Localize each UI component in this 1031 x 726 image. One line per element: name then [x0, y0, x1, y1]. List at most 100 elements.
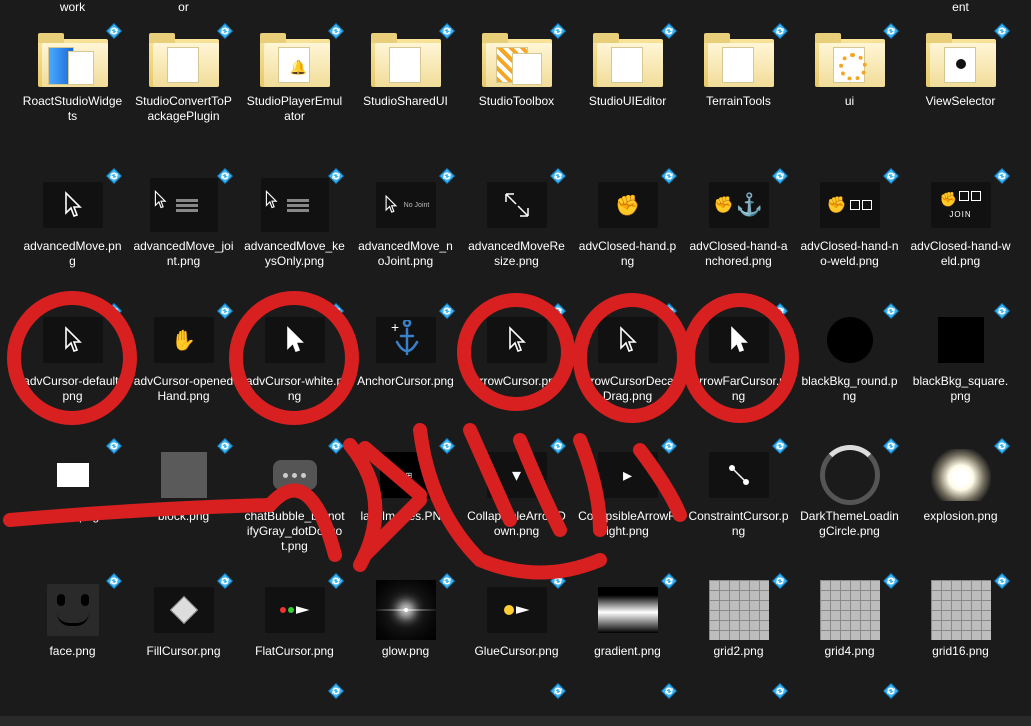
image-thumbnail: [477, 580, 557, 640]
file-item[interactable]: gradient.png: [577, 580, 678, 659]
image-thumbnail: ▸: [588, 445, 668, 505]
image-thumbnail: +: [366, 310, 446, 370]
file-label: StudioToolbox: [466, 94, 567, 109]
folder-icon: [810, 30, 890, 90]
file-item[interactable]: blackBkg_round.png: [799, 310, 900, 404]
file-label: grid4.png: [799, 644, 900, 659]
file-item[interactable]: grid16.png: [910, 580, 1011, 659]
file-label: advancedMove_keysOnly.png: [244, 239, 345, 269]
file-label: grid2.png: [688, 644, 789, 659]
file-label: explosion.png: [910, 509, 1011, 524]
folder-icon: [921, 30, 1001, 90]
file-label: Blank.png: [22, 509, 123, 524]
file-label: grid16.png: [910, 644, 1011, 659]
image-thumbnail: ✋: [144, 310, 224, 370]
file-item[interactable]: glow.png: [355, 580, 456, 659]
image-thumbnail: [33, 445, 113, 505]
file-label: GlueCursor.png: [466, 644, 567, 659]
file-item[interactable]: grid4.png: [799, 580, 900, 659]
file-item[interactable]: advancedMove_keysOnly.png: [244, 175, 345, 269]
image-thumbnail: ✊JOIN: [921, 175, 1001, 235]
file-label: work: [22, 0, 123, 15]
file-item[interactable]: advancedMove.png: [22, 175, 123, 269]
file-label: ArrowCursor.png: [466, 374, 567, 389]
file-label: ConstraintCursor.png: [688, 509, 789, 539]
file-item[interactable]: advancedMove_joint.png: [133, 175, 234, 269]
folder-item[interactable]: StudioSharedUI: [355, 30, 456, 109]
file-item[interactable]: or: [133, 0, 234, 15]
file-item[interactable]: DarkThemeLoadingCircle.png: [799, 445, 900, 539]
file-item[interactable]: + AnchorCursor.png: [355, 310, 456, 389]
folder-item[interactable]: StudioUIEditor: [577, 30, 678, 109]
file-label: StudioSharedUI: [355, 94, 456, 109]
file-label: chatBubble_botnotifyGray_dotDotDot.png: [244, 509, 345, 554]
file-item[interactable]: ✊advClosed-hand-no-weld.png: [799, 175, 900, 269]
file-item[interactable]: block.png: [133, 445, 234, 524]
file-label: StudioUIEditor: [577, 94, 678, 109]
file-item[interactable]: chatBubble_botnotifyGray_dotDotDot.png: [244, 445, 345, 554]
file-item[interactable]: ✊JOIN advClosed-hand-weld.png: [910, 175, 1011, 269]
file-item[interactable]: blackBkg_square.png: [910, 310, 1011, 404]
image-thumbnail: [144, 580, 224, 640]
file-label: FlatCursor.png: [244, 644, 345, 659]
image-thumbnail: [699, 580, 779, 640]
folder-item[interactable]: TerrainTools: [688, 30, 789, 109]
file-label: DarkThemeLoadingCircle.png: [799, 509, 900, 539]
file-label: ent: [910, 0, 1011, 15]
image-thumbnail: [144, 175, 224, 235]
file-item[interactable]: FillCursor.png: [133, 580, 234, 659]
folder-item[interactable]: StudioConvertToPackagePlugin: [133, 30, 234, 124]
file-item[interactable]: grid2.png: [688, 580, 789, 659]
folder-item[interactable]: StudioToolbox: [466, 30, 567, 109]
horizontal-scrollbar[interactable]: [0, 716, 1031, 726]
image-thumbnail: [699, 445, 779, 505]
file-item[interactable]: FlatCursor.png: [244, 580, 345, 659]
file-label: advClosed-hand.png: [577, 239, 678, 269]
image-thumbnail: [255, 310, 335, 370]
file-label: glow.png: [355, 644, 456, 659]
file-item[interactable]: ArrowFarCursor.png: [688, 310, 789, 404]
file-item[interactable]: advCursor-default.png: [22, 310, 123, 404]
file-label: CollapsibleArrowDown.png: [466, 509, 567, 539]
file-item[interactable]: ConstraintCursor.png: [688, 445, 789, 539]
file-item[interactable]: ▸ CollapsibleArrowRight.png: [577, 445, 678, 539]
file-item[interactable]: ✋ advCursor-openedHand.png: [133, 310, 234, 404]
folder-item[interactable]: ui: [799, 30, 900, 109]
file-item[interactable]: face.png: [22, 580, 123, 659]
file-label: advClosed-hand-weld.png: [910, 239, 1011, 269]
file-label: advancedMove_noJoint.png: [355, 239, 456, 269]
file-item[interactable]: ArrowCursorDecalDrag.png: [577, 310, 678, 404]
file-label: advClosed-hand-anchored.png: [688, 239, 789, 269]
file-grid[interactable]: workor ent RoactStudioWidgetsStudioConvert…: [0, 0, 1031, 726]
file-item[interactable]: explosion.png: [910, 445, 1011, 524]
image-thumbnail: [810, 445, 890, 505]
file-item[interactable]: Blank.png: [22, 445, 123, 524]
file-item[interactable]: ent: [910, 0, 1011, 15]
file-item[interactable]: ✊⚓advClosed-hand-anchored.png: [688, 175, 789, 269]
file-item[interactable]: ▾CollapsibleArrowDown.png: [466, 445, 567, 539]
image-thumbnail: ⊞⊞: [366, 445, 446, 505]
image-thumbnail: No Joint: [366, 175, 446, 235]
file-item[interactable]: ✊advClosed-hand.png: [577, 175, 678, 269]
image-thumbnail: [921, 445, 1001, 505]
folder-item[interactable]: RoactStudioWidgets: [22, 30, 123, 124]
folder-item[interactable]: 🔔StudioPlayerEmulator: [244, 30, 345, 124]
file-label: gradient.png: [577, 644, 678, 659]
file-label: FillCursor.png: [133, 644, 234, 659]
file-item[interactable]: ArrowCursor.png: [466, 310, 567, 389]
file-item[interactable]: GlueCursor.png: [466, 580, 567, 659]
image-thumbnail: [588, 310, 668, 370]
file-label: advCursor-openedHand.png: [133, 374, 234, 404]
image-thumbnail: [810, 310, 890, 370]
image-thumbnail: [144, 445, 224, 505]
file-item[interactable]: work: [22, 0, 123, 15]
file-item[interactable]: advancedMoveResize.png: [466, 175, 567, 269]
file-label: AnchorCursor.png: [355, 374, 456, 389]
file-item[interactable]: advCursor-white.png: [244, 310, 345, 404]
file-label: CollapsibleArrowRight.png: [577, 509, 678, 539]
file-item[interactable]: No Joint advancedMove_noJoint.png: [355, 175, 456, 269]
folder-item[interactable]: ViewSelector: [910, 30, 1011, 109]
folder-icon: [588, 30, 668, 90]
file-item[interactable]: ⊞⊞lassImages.PNG: [355, 445, 456, 524]
image-thumbnail: [366, 580, 446, 640]
